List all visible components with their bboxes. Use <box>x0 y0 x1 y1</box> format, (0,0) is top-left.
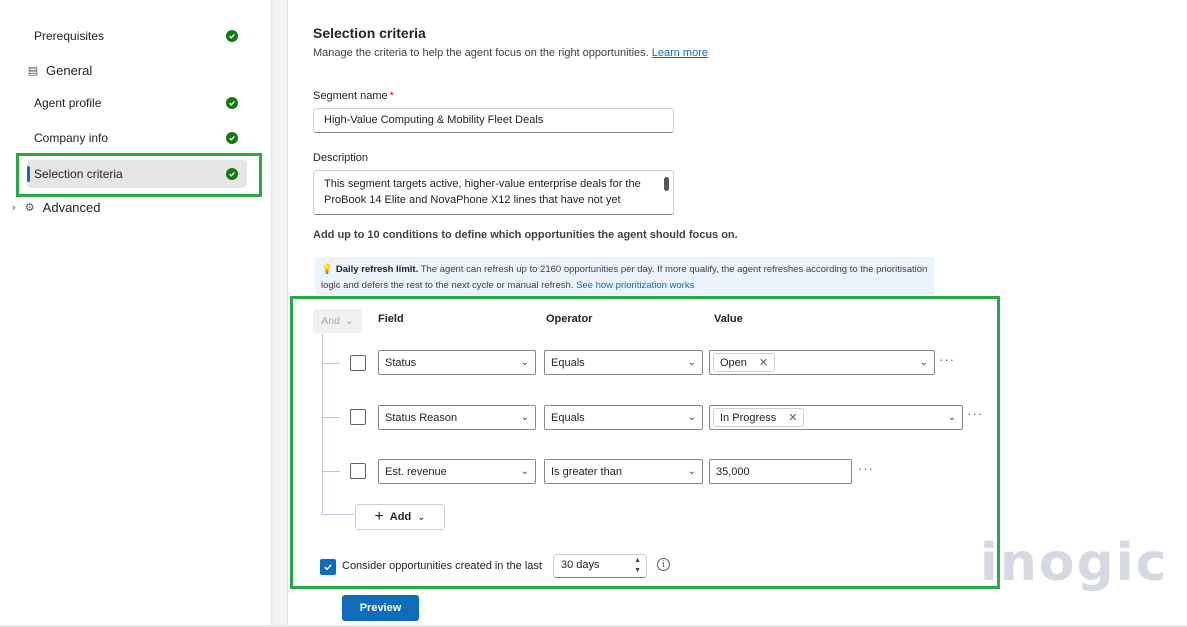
conditions-instructions: Add up to 10 conditions to define which … <box>313 229 738 241</box>
operator-dropdown[interactable]: Equals ⌄ <box>544 405 703 430</box>
row-more-icon[interactable]: ··· <box>858 461 874 476</box>
field-dropdown[interactable]: Status Reason ⌄ <box>378 405 536 430</box>
field-value: Est. revenue <box>385 465 447 478</box>
days-spinbutton[interactable]: 30 days ▲ ▼ <box>553 554 647 578</box>
description-text: This segment targets active, higher-valu… <box>324 178 641 206</box>
completed-check-icon <box>226 168 238 180</box>
value-multiselect[interactable]: Open ✕ ⌄ <box>709 350 935 375</box>
highlight-box-conditions <box>290 296 1000 589</box>
preview-button[interactable]: Preview <box>342 595 419 621</box>
chevron-down-icon: ⌄ <box>417 511 426 523</box>
database-icon: ▤ <box>27 65 39 77</box>
sidebar-item-label: Agent profile <box>34 96 102 110</box>
chevron-down-icon: ⌄ <box>687 466 696 477</box>
value-chip: Open ✕ <box>713 353 776 372</box>
page-subtitle: Manage the criteria to help the agent fo… <box>313 47 708 59</box>
operator-dropdown[interactable]: Is greater than ⌄ <box>544 459 703 484</box>
remove-chip-icon[interactable]: ✕ <box>759 356 768 369</box>
sidebar-group-label: Advanced <box>42 200 101 215</box>
sidebar-item-label: Prerequisites <box>34 29 105 43</box>
sidebar-group-general[interactable]: ▤ General <box>27 63 92 78</box>
selection-criteria-panel: Selection criteria Manage the criteria t… <box>287 0 1187 625</box>
tree-branch <box>322 514 354 515</box>
wizard-sidebar: Prerequisites ▤ General Agent profile Co… <box>0 0 272 625</box>
banner-title: Daily refresh limit. <box>335 264 419 275</box>
info-icon[interactable]: i <box>657 558 670 571</box>
sidebar-item-label: Selection criteria <box>34 167 123 181</box>
row-checkbox[interactable] <box>350 409 366 425</box>
description-label: Description <box>313 152 369 164</box>
row-checkbox[interactable] <box>350 355 366 371</box>
operator-value: Equals <box>551 411 585 424</box>
field-dropdown[interactable]: Status ⌄ <box>378 350 536 375</box>
segment-name-input[interactable]: High-Value Computing & Mobility Fleet De… <box>313 108 674 133</box>
field-value: Status <box>385 356 417 369</box>
tree-branch <box>322 471 340 472</box>
plus-icon: + <box>374 508 384 525</box>
chevron-down-icon: ⌄ <box>919 357 928 368</box>
gear-icon: ⚙ <box>24 202 35 214</box>
chevron-right-icon: › <box>12 201 16 214</box>
sidebar-group-label: General <box>46 63 93 78</box>
lightbulb-icon: 💡 <box>321 264 333 275</box>
chip-label: Open <box>720 356 747 369</box>
sidebar-item-prerequisites[interactable]: Prerequisites <box>27 22 247 50</box>
field-dropdown[interactable]: Est. revenue ⌄ <box>378 459 536 484</box>
group-operator-value: And <box>321 315 340 327</box>
row-checkbox[interactable] <box>350 463 366 479</box>
add-condition-button[interactable]: + Add ⌄ <box>355 504 445 530</box>
subtitle-text: Manage the criteria to help the agent fo… <box>313 47 649 59</box>
segment-name-label-text: Segment name <box>313 90 388 102</box>
field-value: Status Reason <box>385 411 458 424</box>
days-value: 30 days <box>561 559 600 571</box>
consider-label: Consider opportunities created in the la… <box>342 560 542 572</box>
completed-check-icon <box>226 132 238 144</box>
column-header-operator: Operator <box>546 313 593 325</box>
watermark-logo: inogic <box>980 533 1169 593</box>
row-more-icon[interactable]: ··· <box>939 352 955 367</box>
column-header-field: Field <box>378 313 404 325</box>
learn-more-link[interactable]: Learn more <box>652 47 708 59</box>
segment-name-label: Segment name * <box>313 90 394 102</box>
operator-dropdown[interactable]: Equals ⌄ <box>544 350 703 375</box>
chevron-down-icon: ⌄ <box>687 357 696 368</box>
sidebar-item-label: Company info <box>34 131 109 145</box>
sidebar-item-selection-criteria[interactable]: Selection criteria <box>27 160 247 188</box>
remove-chip-icon[interactable]: ✕ <box>788 411 797 424</box>
value-chip: In Progress ✕ <box>713 408 805 427</box>
prioritization-link[interactable]: See how prioritization works <box>576 280 694 291</box>
required-mark: * <box>389 90 394 102</box>
chevron-down-icon: ⌄ <box>520 412 529 423</box>
consider-checkbox[interactable] <box>320 559 336 575</box>
chevron-down-icon: ⌄ <box>520 357 529 368</box>
tree-connector <box>322 334 323 514</box>
add-label: Add <box>389 511 412 523</box>
chevron-down-icon: ⌄ <box>947 412 956 423</box>
operator-value: Is greater than <box>551 465 622 478</box>
page-title: Selection criteria <box>313 25 426 41</box>
completed-check-icon <box>226 97 238 109</box>
tree-branch <box>322 417 340 418</box>
value-input[interactable]: 35,000 <box>709 459 852 484</box>
sidebar-item-agent-profile[interactable]: Agent profile <box>27 89 247 117</box>
row-more-icon[interactable]: ··· <box>967 406 983 421</box>
sidebar-item-company-info[interactable]: Company info <box>27 124 247 152</box>
spin-arrows-icon[interactable]: ▲ ▼ <box>634 556 641 576</box>
group-operator-dropdown[interactable]: And ⌄ <box>313 309 362 333</box>
tree-branch <box>322 363 340 364</box>
chip-label: In Progress <box>720 411 777 424</box>
sidebar-group-advanced[interactable]: › ⚙ Advanced <box>12 200 101 215</box>
chevron-down-icon: ⌄ <box>344 315 354 327</box>
completed-check-icon <box>226 30 238 42</box>
selected-indicator <box>27 166 30 182</box>
column-header-value: Value <box>714 313 743 325</box>
operator-value: Equals <box>551 356 585 369</box>
textarea-scrollbar[interactable] <box>664 177 669 191</box>
checkmark-icon <box>324 564 332 571</box>
description-textarea[interactable]: This segment targets active, higher-valu… <box>313 170 674 215</box>
value-multiselect[interactable]: In Progress ✕ ⌄ <box>709 405 963 430</box>
daily-refresh-banner: 💡 Daily refresh limit. The agent can refr… <box>315 257 934 295</box>
chevron-down-icon: ⌄ <box>520 466 529 477</box>
chevron-down-icon: ⌄ <box>687 412 696 423</box>
